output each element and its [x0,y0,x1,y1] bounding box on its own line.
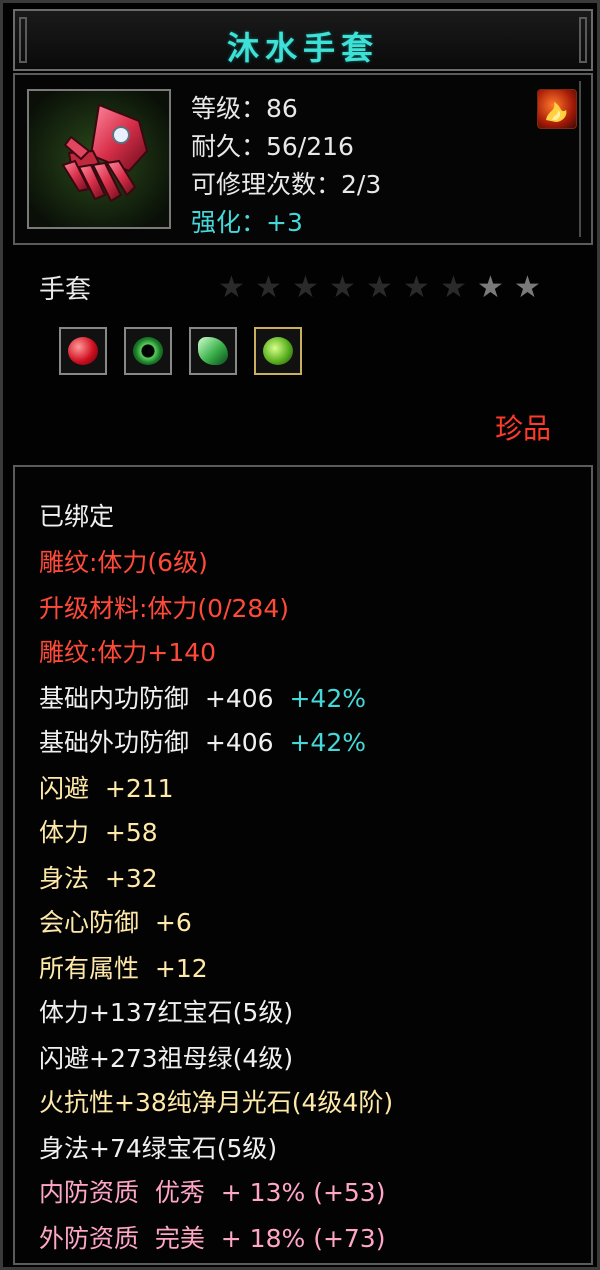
star-rating: ★ ★ ★ ★ ★ ★ ★ ★ ★ [213,271,546,305]
glove-icon[interactable] [27,89,171,229]
item-header: 等级：86 耐久：56/216 可修理次数：2/3 强化：+3 [13,73,593,245]
green-gem-icon[interactable] [254,327,303,375]
item-tooltip: 沐水手套 等级：86 耐久：56/216 可修理次数：2/3 强化：+3 手套 … [0,0,600,1270]
attribute-panel: 已绑定 雕纹:体力(6级) 升级材料:体力(0/284) 雕纹:体力+140 基… [13,465,593,1265]
green-crystal-gem-icon[interactable] [189,327,238,375]
crit-defense-stat: 会心防御 +6 [39,908,192,937]
green-ring-gem-icon[interactable] [124,327,173,375]
star-icon: ★ [403,270,430,305]
item-durability: 耐久：56/216 [191,132,354,161]
upgrade-material: 升级材料:体力(0/284) [39,594,289,623]
agility-stat: 身法 +32 [39,864,158,893]
star-icon: ★ [514,270,541,305]
all-attributes-stat: 所有属性 +12 [39,954,208,983]
dodge-stat: 闪避 +211 [39,774,174,803]
base-outer-defense: 基础外功防御 +406 +42% [39,723,366,759]
fire-icon [537,89,577,129]
star-icon: ★ [218,270,245,305]
engrave-bonus: 雕纹:体力+140 [39,638,217,667]
item-name: 沐水手套 [226,29,379,67]
base-outer-defense-pct: +42% [289,728,366,757]
inner-defense-quality: 内防资质 优秀 + 13% (+53) [39,1178,386,1207]
star-icon: ★ [366,270,393,305]
star-icon: ★ [292,270,319,305]
outer-defense-quality: 外防资质 完美 + 18% (+73) [39,1224,386,1253]
base-inner-defense: 基础内功防御 +406 +42% [39,679,366,715]
star-icon: ★ [440,270,467,305]
item-repairs: 可修理次数：2/3 [191,170,382,199]
title-bar: 沐水手套 [13,9,593,71]
item-type: 手套 [39,275,92,305]
stamina-stat: 体力 +58 [39,818,158,847]
gem-bonus-2: 闪避+273祖母绿(4级) [39,1044,294,1073]
base-outer-defense-value: 基础外功防御 +406 [39,728,274,757]
item-level: 等级：86 [191,94,298,123]
gem-bonus-1: 体力+137红宝石(5级) [39,998,294,1027]
gem-bonus-3: 火抗性+38纯净月光石(4级4阶) [39,1088,394,1117]
item-enhance: 强化：+3 [191,208,303,237]
rarity-label: 珍品 [494,412,551,445]
star-icon: ★ [477,270,504,305]
red-gem-icon[interactable] [59,327,107,375]
star-icon: ★ [329,270,356,305]
star-icon: ★ [255,270,282,305]
base-inner-defense-value: 基础内功防御 +406 [39,684,274,713]
gem-sockets [59,327,314,383]
engrave-level: 雕纹:体力(6级) [39,548,208,577]
bound-status: 已绑定 [39,502,115,531]
gem-bonus-4: 身法+74绿宝石(5级) [39,1134,278,1163]
base-inner-defense-pct: +42% [289,684,366,713]
